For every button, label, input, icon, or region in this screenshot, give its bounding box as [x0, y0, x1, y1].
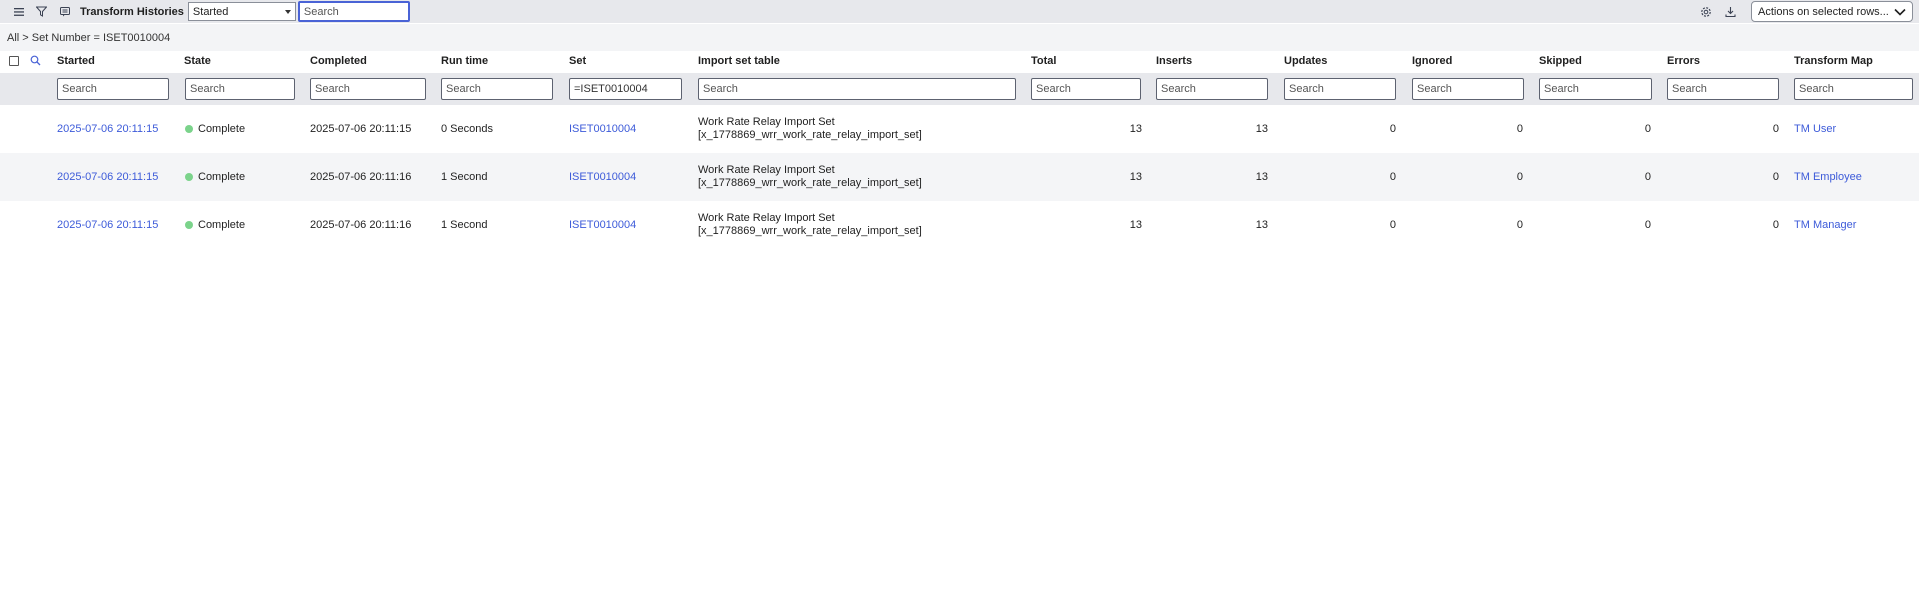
completed-value: 2025-07-06 20:11:16: [310, 171, 412, 183]
run-time-value: 1 Second: [441, 219, 488, 231]
filter-input-errors[interactable]: [1667, 78, 1779, 100]
filter-input-skipped[interactable]: [1539, 78, 1652, 100]
search-field-select-value: Started: [192, 5, 229, 18]
filter-icon[interactable]: [32, 3, 50, 21]
state-value: Complete: [198, 123, 246, 135]
state-value: Complete: [198, 219, 246, 231]
chevron-down-icon: [1894, 8, 1906, 16]
errors-value: 0: [1772, 171, 1779, 183]
inserts-value: 13: [1255, 171, 1268, 183]
hamburger-menu-icon[interactable]: [10, 3, 28, 21]
transform-map-link[interactable]: TM Employee: [1794, 171, 1862, 183]
inserts-value: 13: [1255, 123, 1268, 135]
skipped-value: 0: [1644, 219, 1651, 231]
filter-input-run-time[interactable]: [441, 78, 553, 100]
import-set-table-name: Work Rate Relay Import Set: [698, 116, 835, 128]
transform-map-link[interactable]: TM Manager: [1794, 219, 1856, 231]
updates-value: 0: [1389, 123, 1396, 135]
column-header-errors[interactable]: Errors: [1667, 51, 1700, 71]
breadcrumb-text[interactable]: All > Set Number = ISET0010004: [7, 32, 170, 44]
filter-input-state[interactable]: [185, 78, 295, 100]
download-icon[interactable]: [1721, 3, 1739, 21]
column-header-transform-map[interactable]: Transform Map: [1794, 51, 1873, 71]
table-row[interactable]: 2025-07-06 20:11:15 Complete 2025-07-06 …: [0, 201, 1919, 249]
list-toolbar: Transform Histories Started Actions on s…: [0, 0, 1919, 23]
transform-map-link[interactable]: TM User: [1794, 123, 1836, 135]
transform-histories-list: Transform Histories Started Actions on s…: [0, 0, 1919, 609]
column-header-set[interactable]: Set: [569, 51, 586, 71]
list-title: Transform Histories: [80, 5, 184, 18]
actions-select-label: Actions on selected rows...: [1758, 5, 1889, 18]
completed-value: 2025-07-06 20:11:16: [310, 219, 412, 231]
filter-input-import-set-table[interactable]: [698, 78, 1016, 100]
import-set-table-value: Work Rate Relay Import Set [x_1778869_wrr…: [698, 212, 922, 238]
updates-value: 0: [1389, 219, 1396, 231]
filter-input-completed[interactable]: [310, 78, 426, 100]
column-header-completed[interactable]: Completed: [310, 51, 367, 71]
filter-input-total[interactable]: [1031, 78, 1141, 100]
ignored-value: 0: [1516, 171, 1523, 183]
started-link[interactable]: 2025-07-06 20:11:15: [57, 171, 158, 183]
updates-value: 0: [1389, 171, 1396, 183]
total-value: 13: [1129, 171, 1142, 183]
skipped-value: 0: [1644, 123, 1651, 135]
import-set-table-name: Work Rate Relay Import Set: [698, 212, 835, 224]
state-complete-indicator: [185, 221, 193, 229]
toolbar-right: Actions on selected rows...: [1697, 0, 1919, 23]
column-header-run-time[interactable]: Run time: [441, 51, 488, 71]
errors-value: 0: [1772, 219, 1779, 231]
skipped-value: 0: [1644, 171, 1651, 183]
caret-down-icon: [284, 10, 291, 14]
import-set-table-value: Work Rate Relay Import Set [x_1778869_wrr…: [698, 164, 922, 190]
state-complete-indicator: [185, 173, 193, 181]
import-set-table-value: Work Rate Relay Import Set [x_1778869_wrr…: [698, 116, 922, 142]
state-value: Complete: [198, 171, 246, 183]
total-value: 13: [1129, 123, 1142, 135]
filter-input-transform-map[interactable]: [1794, 78, 1913, 100]
context-menu-icon[interactable]: [56, 3, 74, 21]
search-field-select[interactable]: Started: [187, 2, 296, 21]
errors-value: 0: [1772, 123, 1779, 135]
import-set-table-id: [x_1778869_wrr_work_rate_relay_import_se…: [698, 225, 922, 237]
run-time-value: 1 Second: [441, 171, 488, 183]
column-header-inserts[interactable]: Inserts: [1156, 51, 1192, 71]
filter-input-started[interactable]: [57, 78, 169, 100]
started-link[interactable]: 2025-07-06 20:11:15: [57, 219, 158, 231]
select-all-checkbox[interactable]: [9, 56, 19, 66]
column-header-import-set-table[interactable]: Import set table: [698, 51, 780, 71]
import-set-table-id: [x_1778869_wrr_work_rate_relay_import_se…: [698, 129, 922, 141]
inserts-value: 13: [1255, 219, 1268, 231]
filter-input-inserts[interactable]: [1156, 78, 1268, 100]
column-header-ignored[interactable]: Ignored: [1412, 51, 1452, 71]
run-time-value: 0 Seconds: [441, 123, 493, 135]
state-complete-indicator: [185, 125, 193, 133]
search-icon[interactable]: [30, 55, 41, 69]
column-header-skipped[interactable]: Skipped: [1539, 51, 1582, 71]
table-row[interactable]: 2025-07-06 20:11:15 Complete 2025-07-06 …: [0, 105, 1919, 153]
column-header-updates[interactable]: Updates: [1284, 51, 1327, 71]
ignored-value: 0: [1516, 123, 1523, 135]
table-header-row: Started State Completed Run time Set Imp…: [0, 51, 1919, 71]
started-link[interactable]: 2025-07-06 20:11:15: [57, 123, 158, 135]
table-row[interactable]: 2025-07-06 20:11:15 Complete 2025-07-06 …: [0, 153, 1919, 201]
list-search-input[interactable]: [297, 1, 410, 22]
breadcrumb[interactable]: All > Set Number = ISET0010004: [0, 24, 1919, 51]
filter-input-updates[interactable]: [1284, 78, 1396, 100]
column-filter-row: [0, 73, 1919, 105]
total-value: 13: [1129, 219, 1142, 231]
column-header-total[interactable]: Total: [1031, 51, 1056, 71]
set-link[interactable]: ISET0010004: [569, 171, 636, 183]
filter-input-ignored[interactable]: [1412, 78, 1524, 100]
ignored-value: 0: [1516, 219, 1523, 231]
column-header-state[interactable]: State: [184, 51, 211, 71]
set-link[interactable]: ISET0010004: [569, 123, 636, 135]
import-set-table-id: [x_1778869_wrr_work_rate_relay_import_se…: [698, 177, 922, 189]
completed-value: 2025-07-06 20:11:15: [310, 123, 412, 135]
column-header-started[interactable]: Started: [57, 51, 95, 71]
gear-icon[interactable]: [1697, 3, 1715, 21]
actions-on-selected-rows-select[interactable]: Actions on selected rows...: [1751, 1, 1913, 22]
set-link[interactable]: ISET0010004: [569, 219, 636, 231]
import-set-table-name: Work Rate Relay Import Set: [698, 164, 835, 176]
filter-input-set[interactable]: [569, 78, 682, 100]
